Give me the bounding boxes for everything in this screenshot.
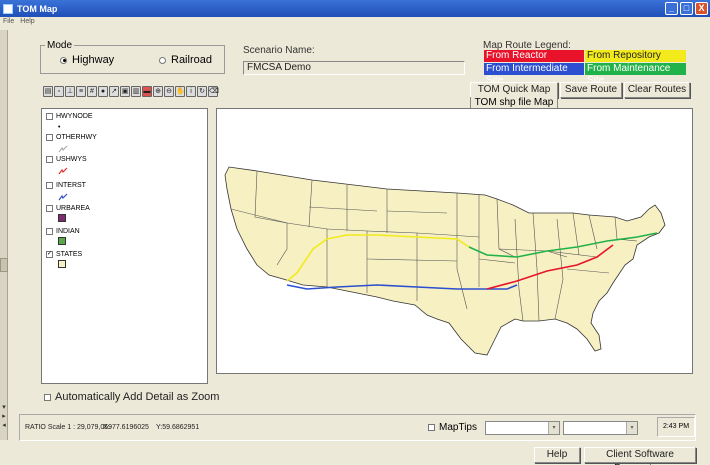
feature-select-dropdown[interactable]: ▾ (563, 421, 638, 435)
layer-checkbox[interactable] (46, 156, 53, 163)
help-button[interactable]: Help (534, 447, 580, 463)
window-title: TOM Map (17, 3, 58, 14)
otherhwy-symbol (58, 145, 68, 153)
map-canvas[interactable] (216, 108, 693, 374)
layer-checkbox[interactable] (46, 134, 53, 141)
chevron-down-icon[interactable]: ▾ (626, 422, 637, 434)
select-rect-icon[interactable]: ▣ (120, 86, 130, 97)
railroad-label: Railroad (171, 54, 212, 66)
clear-icon[interactable]: ⌫ (208, 86, 219, 97)
layer-checkbox[interactable] (46, 113, 53, 120)
mode-legend: Mode (47, 40, 73, 51)
refresh-icon[interactable]: ↻ (197, 86, 207, 97)
scenario-label: Scenario Name: (243, 45, 315, 56)
legend-from-repository: From Repository (585, 50, 686, 62)
layer-list: HWYNODE • OTHERHWY USHWYS INTERST URBARE… (41, 108, 208, 384)
urbarea-swatch (58, 214, 66, 222)
layer-hwynode[interactable]: HWYNODE (46, 113, 93, 120)
layer-checkbox[interactable] (46, 182, 53, 189)
legend-from-reactor: From Reactor (484, 50, 584, 62)
zoom-out-icon[interactable]: ⊖ (164, 86, 174, 97)
layer-otherhwy[interactable]: OTHERHWY (46, 134, 97, 141)
layer-label: USHWYS (56, 156, 87, 163)
info-icon[interactable]: i (186, 86, 196, 97)
rail-scroll-thumb[interactable] (0, 258, 8, 272)
client-software-parameters-button[interactable]: Client Software Parameters (584, 447, 696, 465)
left-rail: ▾ ▸ ◂ (0, 30, 8, 440)
close-button[interactable]: X (695, 2, 708, 15)
x-coordinate-readout: X:-77.6196025 (103, 424, 149, 431)
identify-icon[interactable]: ⊥ (65, 86, 75, 97)
hwynode-symbol: • (58, 124, 61, 131)
maptips-option[interactable]: MapTips (428, 422, 477, 433)
map-toolbar: ▤ ▫ ⊥ ≡ # ● ↗ ▣ ▥ ▬ ⊕ ⊖ ✋ i ↻ ⌫ (43, 86, 219, 98)
layer-indian[interactable]: INDIAN (46, 228, 80, 235)
layer-ushwys[interactable]: USHWYS (46, 156, 87, 163)
menu-help[interactable]: Help (20, 18, 34, 28)
highway-radio[interactable]: Highway (60, 54, 114, 66)
collapse-down-icon[interactable]: ▾ (0, 404, 8, 412)
legend-from-maintenance: From Maintenance Site (585, 63, 686, 86)
legend-from-intermediate: From Intermediate Site (484, 63, 584, 86)
minimize-button[interactable]: _ (665, 2, 678, 15)
pan-icon[interactable]: ✋ (175, 86, 185, 97)
menu-bar: File Help (0, 18, 35, 28)
layer-checkbox[interactable] (46, 205, 53, 212)
layer-label: URBAREA (56, 205, 90, 212)
globe-icon[interactable]: ● (98, 86, 108, 97)
select-poly-icon[interactable]: ▥ (131, 86, 141, 97)
menu-file[interactable]: File (3, 18, 14, 28)
highway-label: Highway (72, 54, 115, 66)
chevron-down-icon[interactable]: ▾ (548, 422, 559, 434)
clock: 2:43 PM (657, 417, 695, 437)
layer-label: STATES (56, 251, 83, 258)
arrow-right-icon[interactable]: ▸ (0, 413, 8, 421)
layer-checkbox-checked[interactable]: ✓ (46, 251, 53, 258)
auto-detail-option[interactable]: Automatically Add Detail as Zoom (44, 391, 219, 403)
radio-dot[interactable] (159, 56, 166, 64)
layer-select-dropdown[interactable]: ▾ (485, 421, 560, 435)
tom-quick-map-tab[interactable]: TOM Quick Map (470, 82, 558, 98)
layer-urbarea[interactable]: URBAREA (46, 205, 90, 212)
binoculars-icon[interactable]: # (87, 86, 97, 97)
maptips-checkbox[interactable] (428, 424, 435, 431)
clear-routes-button[interactable]: Clear Routes (624, 82, 690, 98)
save-icon[interactable]: ▫ (54, 86, 64, 97)
scenario-name-field[interactable]: FMCSA Demo (243, 61, 465, 75)
ushwys-symbol (58, 167, 68, 175)
layer-interst[interactable]: INTERST (46, 182, 86, 189)
layer-checkbox[interactable] (46, 228, 53, 235)
maximize-button[interactable]: □ (680, 2, 693, 15)
print-icon[interactable]: ▤ (43, 86, 53, 97)
clear-selection-icon[interactable]: ▬ (142, 86, 152, 97)
select-icon[interactable]: ↗ (109, 86, 119, 97)
states-swatch (58, 260, 66, 268)
radio-dot-selected[interactable] (60, 56, 67, 64)
layers-icon[interactable]: ≡ (76, 86, 86, 97)
layer-states[interactable]: ✓ STATES (46, 251, 82, 258)
auto-detail-checkbox[interactable] (44, 393, 51, 401)
scale-readout: RATIO Scale 1 : 29,079,059 (25, 424, 113, 431)
save-route-button[interactable]: Save Route (560, 82, 622, 98)
title-bar: TOM Map _ □ X (0, 0, 710, 17)
app-icon (3, 3, 13, 14)
railroad-radio[interactable]: Railroad (159, 54, 212, 66)
us-map (224, 166, 666, 356)
y-coordinate-readout: Y:59.6862951 (156, 424, 200, 431)
maptips-label: MapTips (439, 422, 477, 433)
indian-swatch (58, 237, 66, 245)
layer-label: OTHERHWY (56, 134, 97, 141)
layer-label: INTERST (56, 182, 86, 189)
auto-detail-label: Automatically Add Detail as Zoom (55, 391, 220, 403)
arrow-left-icon[interactable]: ◂ (0, 422, 8, 430)
layer-label: INDIAN (56, 228, 80, 235)
interst-symbol (58, 193, 68, 201)
zoom-in-icon[interactable]: ⊕ (153, 86, 163, 97)
layer-label: HWYNODE (56, 113, 93, 120)
